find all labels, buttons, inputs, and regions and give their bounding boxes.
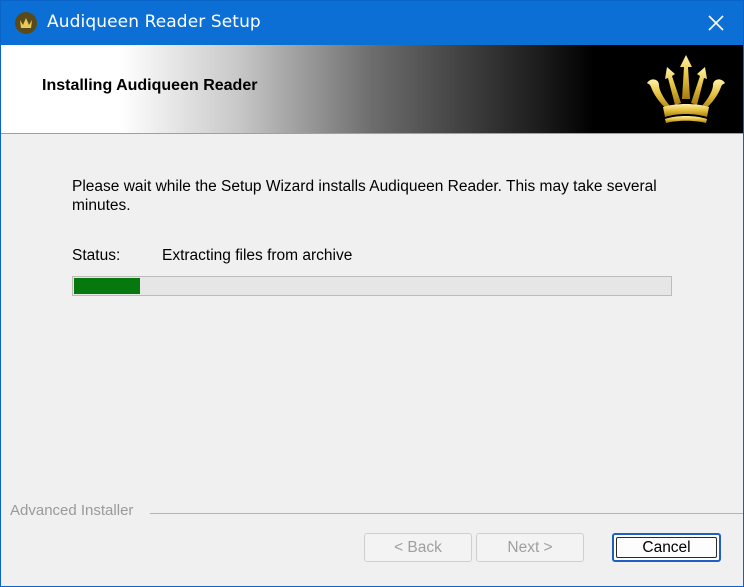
close-button[interactable] — [689, 1, 743, 45]
next-button-label: Next > — [507, 538, 553, 556]
back-button-label: < Back — [394, 538, 442, 556]
status-label: Status: — [72, 247, 121, 264]
close-icon — [708, 15, 724, 31]
brand-divider — [150, 513, 743, 514]
description-text: Please wait while the Setup Wizard insta… — [72, 178, 657, 214]
brand-row: Advanced Installer — [1, 502, 743, 522]
content-area: Please wait while the Setup Wizard insta… — [1, 134, 743, 586]
page-heading: Installing Audiqueen Reader — [42, 77, 258, 94]
setup-window: Audiqueen Reader Setup Installing Audiqu… — [0, 0, 744, 587]
progress-fill — [74, 278, 140, 294]
cancel-button-label: Cancel — [642, 538, 691, 556]
header-banner: Installing Audiqueen Reader — [1, 45, 743, 133]
crown-icon — [15, 12, 37, 34]
window-title: Audiqueen Reader Setup — [47, 12, 261, 32]
status-value: Extracting files from archive — [162, 247, 353, 264]
brand-label: Advanced Installer — [10, 502, 134, 519]
back-button[interactable]: < Back — [364, 533, 472, 562]
next-button[interactable]: Next > — [476, 533, 584, 562]
progress-bar — [72, 276, 672, 296]
cancel-button[interactable]: Cancel — [612, 533, 721, 562]
crown-logo-icon — [647, 55, 725, 123]
title-bar[interactable]: Audiqueen Reader Setup — [1, 1, 743, 45]
